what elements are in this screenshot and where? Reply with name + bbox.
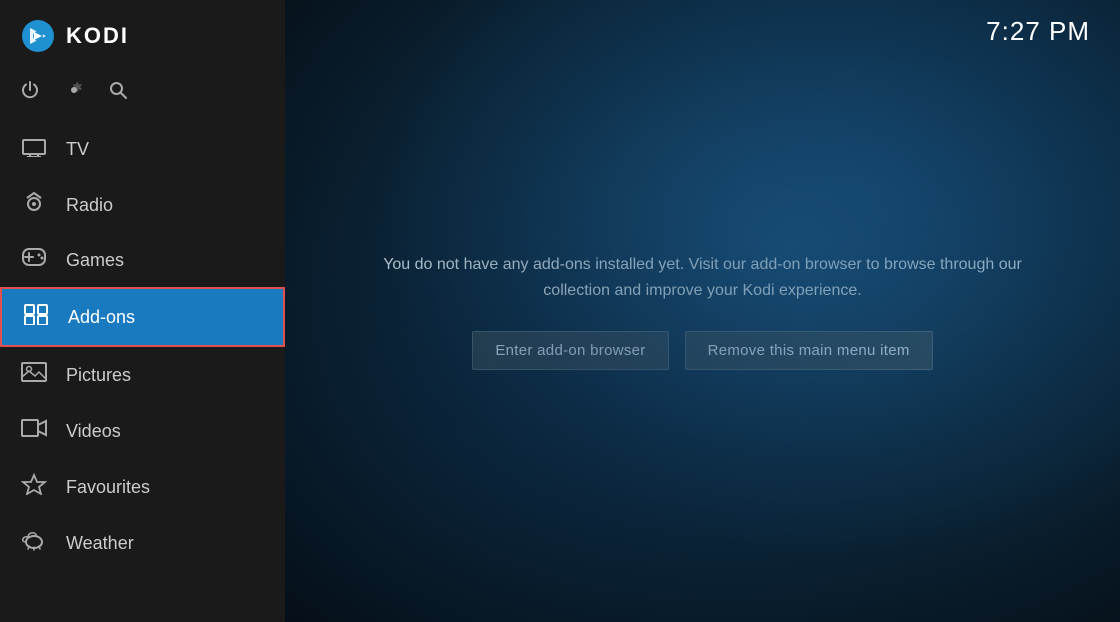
main-content: 7:27 PM You do not have any add-ons inst… — [285, 0, 1120, 622]
action-buttons: Enter add-on browser Remove this main me… — [472, 331, 932, 370]
sidebar-item-videos-label: Videos — [66, 421, 121, 442]
sidebar-item-favourites-label: Favourites — [66, 477, 150, 498]
enter-addon-browser-button[interactable]: Enter add-on browser — [472, 331, 668, 370]
info-text: You do not have any add-ons installed ye… — [363, 252, 1043, 303]
sidebar-header: KODI — [0, 0, 285, 72]
settings-icon[interactable] — [64, 80, 84, 105]
sidebar-item-videos[interactable]: Videos — [0, 403, 285, 459]
gamepad-icon — [20, 247, 48, 273]
sidebar-item-games[interactable]: Games — [0, 233, 285, 287]
sidebar: KODI — [0, 0, 285, 622]
sidebar-item-addons[interactable]: Add-ons — [0, 287, 285, 347]
favourites-icon — [20, 473, 48, 501]
radio-icon — [20, 191, 48, 219]
center-area: You do not have any add-ons installed ye… — [285, 0, 1120, 622]
app-title: KODI — [66, 23, 129, 49]
sidebar-item-weather-label: Weather — [66, 533, 134, 554]
pictures-icon — [20, 361, 48, 389]
addons-icon — [22, 303, 50, 331]
sidebar-nav: TV Radio — [0, 121, 285, 622]
remove-menu-item-button[interactable]: Remove this main menu item — [685, 331, 933, 370]
kodi-logo-icon — [20, 18, 56, 54]
sidebar-item-games-label: Games — [66, 250, 124, 271]
search-icon[interactable] — [108, 80, 128, 105]
clock: 7:27 PM — [986, 16, 1090, 47]
sidebar-item-radio-label: Radio — [66, 195, 113, 216]
sidebar-item-tv[interactable]: TV — [0, 121, 285, 177]
weather-icon — [20, 529, 48, 557]
sidebar-item-favourites[interactable]: Favourites — [0, 459, 285, 515]
sidebar-item-tv-label: TV — [66, 139, 89, 160]
sidebar-item-pictures-label: Pictures — [66, 365, 131, 386]
power-icon[interactable] — [20, 80, 40, 105]
sidebar-item-pictures[interactable]: Pictures — [0, 347, 285, 403]
sidebar-controls — [0, 72, 285, 121]
tv-icon — [20, 135, 48, 163]
videos-icon — [20, 417, 48, 445]
sidebar-item-radio[interactable]: Radio — [0, 177, 285, 233]
sidebar-item-weather[interactable]: Weather — [0, 515, 285, 571]
sidebar-item-addons-label: Add-ons — [68, 307, 135, 328]
